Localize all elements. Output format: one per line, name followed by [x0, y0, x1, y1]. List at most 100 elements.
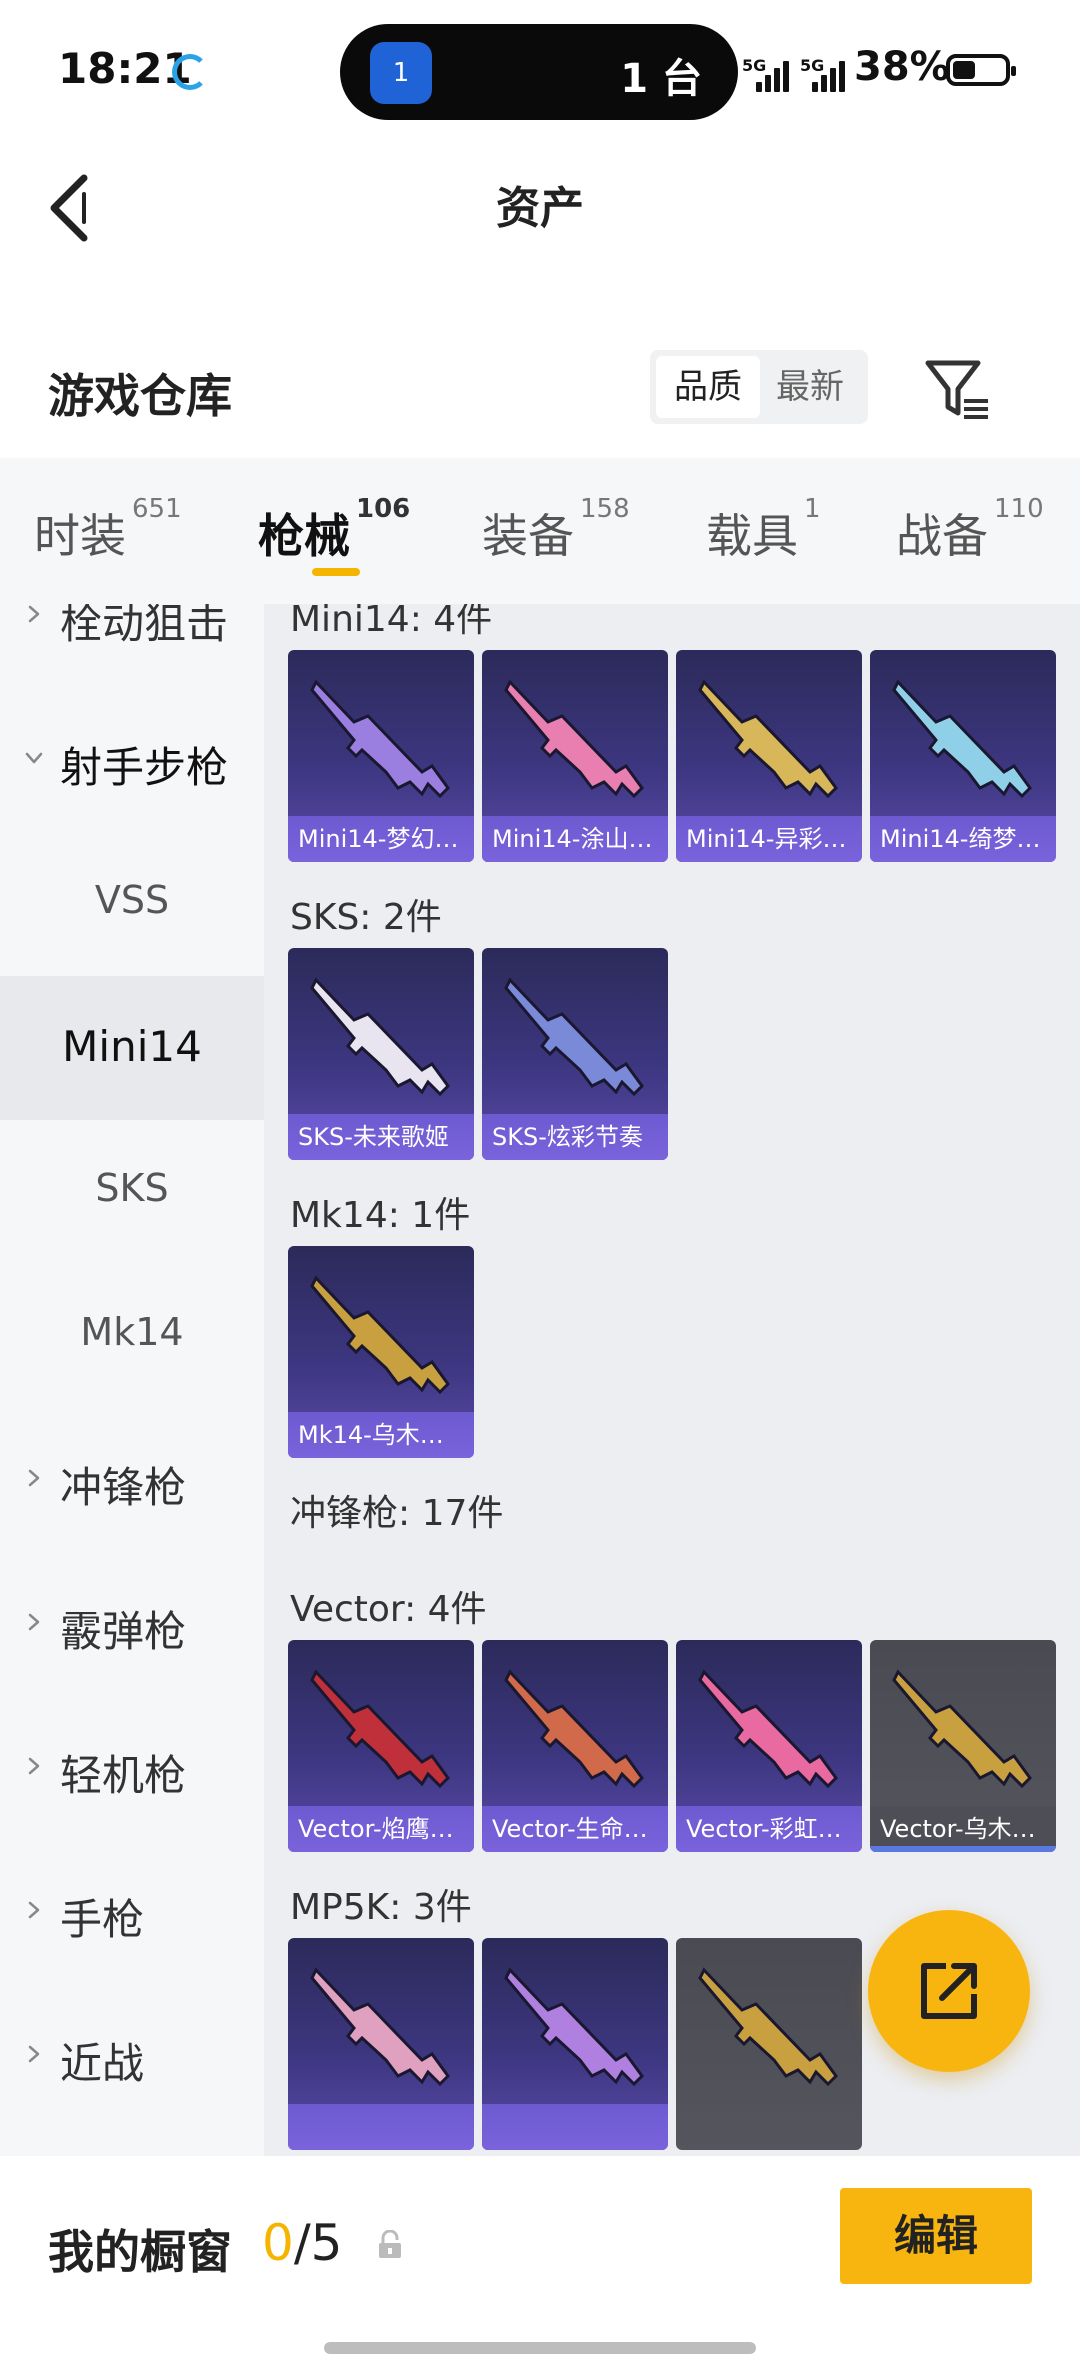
weapon-skin-image — [504, 1669, 644, 1789]
sidebar-item[interactable]: Mk14 — [0, 1264, 264, 1408]
device-count: 1 台 — [620, 56, 702, 102]
weapon-name: Mk14-乌木… — [298, 1421, 444, 1449]
sort-newest[interactable]: 最新 — [758, 356, 862, 418]
home-indicator[interactable] — [324, 2342, 756, 2354]
weapon-skin-image — [310, 977, 450, 1097]
weapon-card[interactable]: Mini14-绮梦… — [870, 650, 1056, 862]
weapon-skin-image — [698, 679, 838, 799]
sort-quality[interactable]: 品质 — [656, 356, 760, 418]
sidebar-item-label: 霰弹枪 — [60, 1607, 187, 1656]
weapon-card[interactable]: Vector-彩虹… — [676, 1640, 862, 1852]
broadcast-icon: 1 — [370, 42, 432, 104]
weapon-name: SKS-未来歌姬 — [298, 1123, 449, 1151]
weapon-card[interactable]: Mini14-异彩… — [676, 650, 862, 862]
share-icon — [921, 1963, 977, 2019]
lock-icon — [379, 2230, 401, 2258]
share-button[interactable] — [868, 1910, 1030, 2072]
tab-vehicles[interactable]: 载具 1 — [706, 494, 821, 566]
weapon-skin-image — [504, 977, 644, 1097]
tab-count: 651 — [132, 494, 182, 524]
weapon-name: Vector-生命… — [492, 1815, 648, 1843]
sidebar-item-label: 轻机枪 — [60, 1751, 187, 1800]
tab-count: 1 — [804, 494, 821, 524]
tab-count: 158 — [580, 494, 630, 524]
sidebar-item[interactable]: SKS — [0, 1120, 264, 1264]
sidebar-item[interactable]: 栓动狙击 — [0, 604, 264, 688]
weapon-card[interactable]: SKS-炫彩节奏 — [482, 948, 668, 1160]
weapon-name: Vector-焰鹰… — [298, 1815, 454, 1843]
tab-equipment[interactable]: 装备 158 — [482, 494, 630, 566]
chevron-right-icon — [28, 1613, 40, 1631]
active-tab-indicator — [312, 568, 360, 576]
sidebar-item-label: Mini14 — [62, 1022, 202, 1071]
sidebar-item[interactable]: Mini14 — [0, 976, 264, 1120]
weapon-skin-image — [310, 1967, 450, 2087]
tab-count: 106 — [356, 494, 411, 524]
sidebar-item[interactable]: 手枪 — [0, 1840, 264, 1984]
weapon-skin-image — [698, 1967, 838, 2087]
weapon-name: Vector-彩虹… — [686, 1815, 842, 1843]
card-label-bar — [288, 2104, 474, 2150]
weapon-name: Mini14-绮梦… — [880, 825, 1041, 853]
weapon-card[interactable]: SKS-未来歌姬 — [288, 948, 474, 1160]
weapon-card[interactable]: Mk14-乌木… — [288, 1246, 474, 1458]
category-tabs: 时装 651 枪械 106 装备 158 载具 1 战备 110 — [0, 458, 1080, 604]
tab-count: 110 — [994, 494, 1044, 524]
group-title: Mini14: 4件 — [290, 604, 493, 640]
sidebar-item-label: 冲锋枪 — [60, 1463, 187, 1512]
group-title: 冲锋枪: 17件 — [290, 1493, 504, 1534]
sidebar-item[interactable]: VSS — [0, 832, 264, 976]
weapon-card[interactable]: Mini14-梦幻… — [288, 650, 474, 862]
sidebar-item-label: Mk14 — [80, 1310, 184, 1354]
group-title: SKS: 2件 — [290, 897, 442, 938]
group-title: Vector: 4件 — [290, 1589, 487, 1630]
battery-percent: 38% — [854, 44, 950, 90]
weapon-skin-image — [310, 1669, 450, 1789]
dynamic-island[interactable]: 1 1 台 — [340, 24, 738, 120]
chevron-right-icon — [28, 2045, 40, 2063]
sidebar-item[interactable]: 霰弹枪 — [0, 1552, 264, 1696]
sidebar-item[interactable]: 射手步枪 — [0, 688, 264, 832]
filter-button[interactable] — [922, 355, 992, 425]
showcase-label: 我的橱窗 — [48, 2225, 232, 2279]
weapon-card[interactable]: Vector-生命… — [482, 1640, 668, 1852]
weapon-card[interactable]: Vector-焰鹰… — [288, 1640, 474, 1852]
showcase-count: 0/5 — [262, 2214, 343, 2272]
weapon-name: SKS-炫彩节奏 — [492, 1123, 643, 1151]
warehouse-title: 游戏仓库 — [48, 369, 232, 423]
status-bar: 18:21 1 1 台 5G 5G 38% — [0, 0, 1080, 140]
weapon-card[interactable]: Mini14-涂山… — [482, 650, 668, 862]
weapon-type-sidebar: 栓动狙击射手步枪 VSS Mini14 SKS Mk14 冲锋枪霰弹枪轻机枪手枪近战 — [0, 604, 264, 2156]
page-title: 资产 — [496, 183, 584, 234]
card-label-bar — [482, 2104, 668, 2150]
edit-button[interactable]: 编辑 — [840, 2188, 1032, 2284]
weapon-name: Mini14-梦幻… — [298, 825, 459, 853]
weapon-name: Mini14-异彩… — [686, 825, 847, 853]
signal-icon — [756, 58, 790, 92]
sidebar-item-label: VSS — [94, 878, 170, 922]
signal-icon-2 — [812, 58, 846, 92]
weapon-skin-image — [310, 679, 450, 799]
group-title: Mk14: 1件 — [290, 1195, 471, 1236]
filter-icon — [925, 360, 988, 419]
sidebar-item[interactable]: 轻机枪 — [0, 1696, 264, 1840]
sidebar-item-label: 近战 — [60, 2039, 145, 2088]
weapon-skin-image — [310, 1275, 450, 1395]
tab-fashion[interactable]: 时装 651 — [34, 494, 182, 566]
sort-toggle: 品质 最新 — [650, 350, 868, 424]
sidebar-item-label: 射手步枪 — [60, 743, 229, 792]
tab-firearms[interactable]: 枪械 106 — [258, 494, 410, 566]
weapon-card[interactable] — [482, 1938, 668, 2150]
sidebar-item[interactable]: 近战 — [0, 1984, 264, 2128]
weapon-card[interactable] — [288, 1938, 474, 2150]
weapon-name: Vector-乌木… — [880, 1815, 1036, 1843]
tab-supplies[interactable]: 战备 110 — [896, 494, 1044, 566]
chevron-right-icon — [28, 1901, 40, 1919]
weapon-card[interactable] — [676, 1938, 862, 2150]
weapon-card[interactable]: Vector-乌木… — [870, 1640, 1056, 1852]
group-title: MP5K: 3件 — [290, 1887, 472, 1928]
sidebar-item-label: 手枪 — [60, 1895, 145, 1944]
weapon-skin-image — [504, 1967, 644, 2087]
showcase-bar: 我的橱窗 0/5 编辑 — [0, 2156, 1080, 2376]
sidebar-item[interactable]: 冲锋枪 — [0, 1408, 264, 1552]
